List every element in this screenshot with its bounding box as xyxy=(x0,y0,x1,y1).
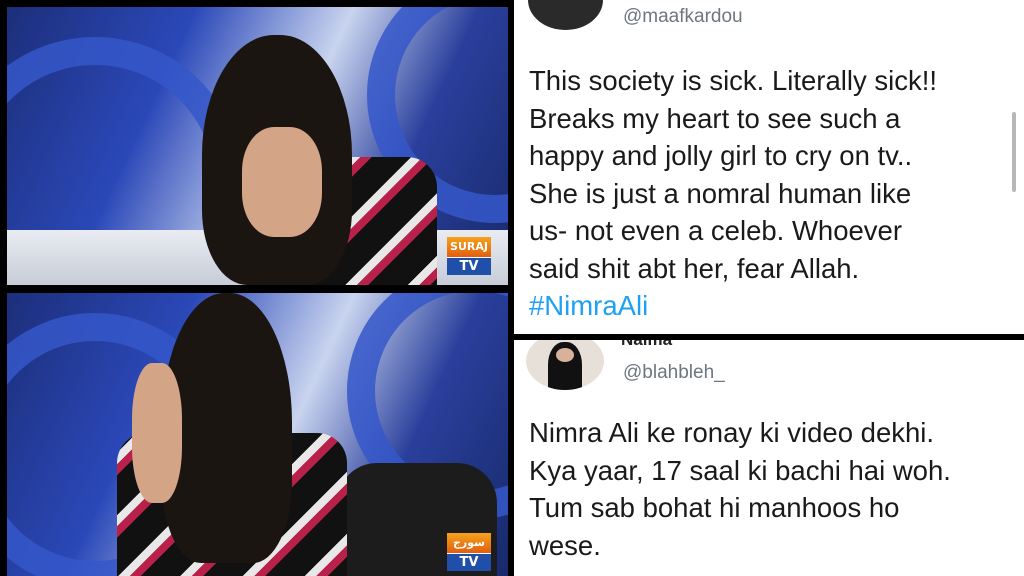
video-still-crying-top: SURAJ TV xyxy=(7,7,508,285)
tweet-line: us- not even a celeb. Whoever xyxy=(529,215,902,246)
tweet-display-name[interactable]: Naima xyxy=(621,340,672,348)
tweet-line: Breaks my heart to see such a xyxy=(529,102,901,134)
suraj-tv-logo: سورج TV xyxy=(447,533,491,571)
logo-text-bottom: TV xyxy=(447,257,491,275)
tweet-handle[interactable]: @blahbleh_ xyxy=(623,362,725,384)
tweet-line: said shit abt her, fear Allah. xyxy=(529,252,860,284)
tweet-body: This society is sick. Literally sick!! B… xyxy=(529,62,937,325)
person-hand-face xyxy=(132,363,182,503)
tweet-line: wese. xyxy=(529,529,601,561)
avatar[interactable] xyxy=(526,340,604,390)
scrollbar[interactable] xyxy=(1012,112,1016,192)
logo-text-top: SURAJ xyxy=(447,237,491,257)
video-still-crying-bottom: سورج TV xyxy=(7,293,508,576)
logo-text-bottom: TV xyxy=(447,553,491,571)
tweet-line: happy and jolly girl to cry on tv.. xyxy=(529,140,913,171)
tweet-line: She is just a nomral human like xyxy=(529,177,912,209)
person-hands-face xyxy=(242,127,322,237)
tweet-handle[interactable]: @maafkardou xyxy=(623,6,743,28)
avatar[interactable] xyxy=(528,0,603,30)
avatar-face xyxy=(556,348,574,362)
tweet-body: Nimra Ali ke ronay ki video dekhi. Kya y… xyxy=(529,414,951,564)
hashtag-link[interactable]: #NimraAli xyxy=(529,287,937,325)
tweet-line: This society is sick. Literally sick!! xyxy=(529,65,938,96)
tweet-line: Nimra Ali ke ronay ki video dekhi. xyxy=(529,417,935,448)
tweet-card-2: Naima @blahbleh_ Nimra Ali ke ronay ki v… xyxy=(514,340,1024,576)
tweet-line: Kya yaar, 17 saal ki bachi hai woh. xyxy=(529,454,951,486)
suraj-tv-logo: SURAJ TV xyxy=(447,237,491,275)
logo-text-top: سورج xyxy=(447,533,491,553)
tweet-line: Tum sab bohat hi manhoos ho xyxy=(529,492,900,523)
tweet-card-1: @maafkardou This society is sick. Litera… xyxy=(514,0,1024,334)
